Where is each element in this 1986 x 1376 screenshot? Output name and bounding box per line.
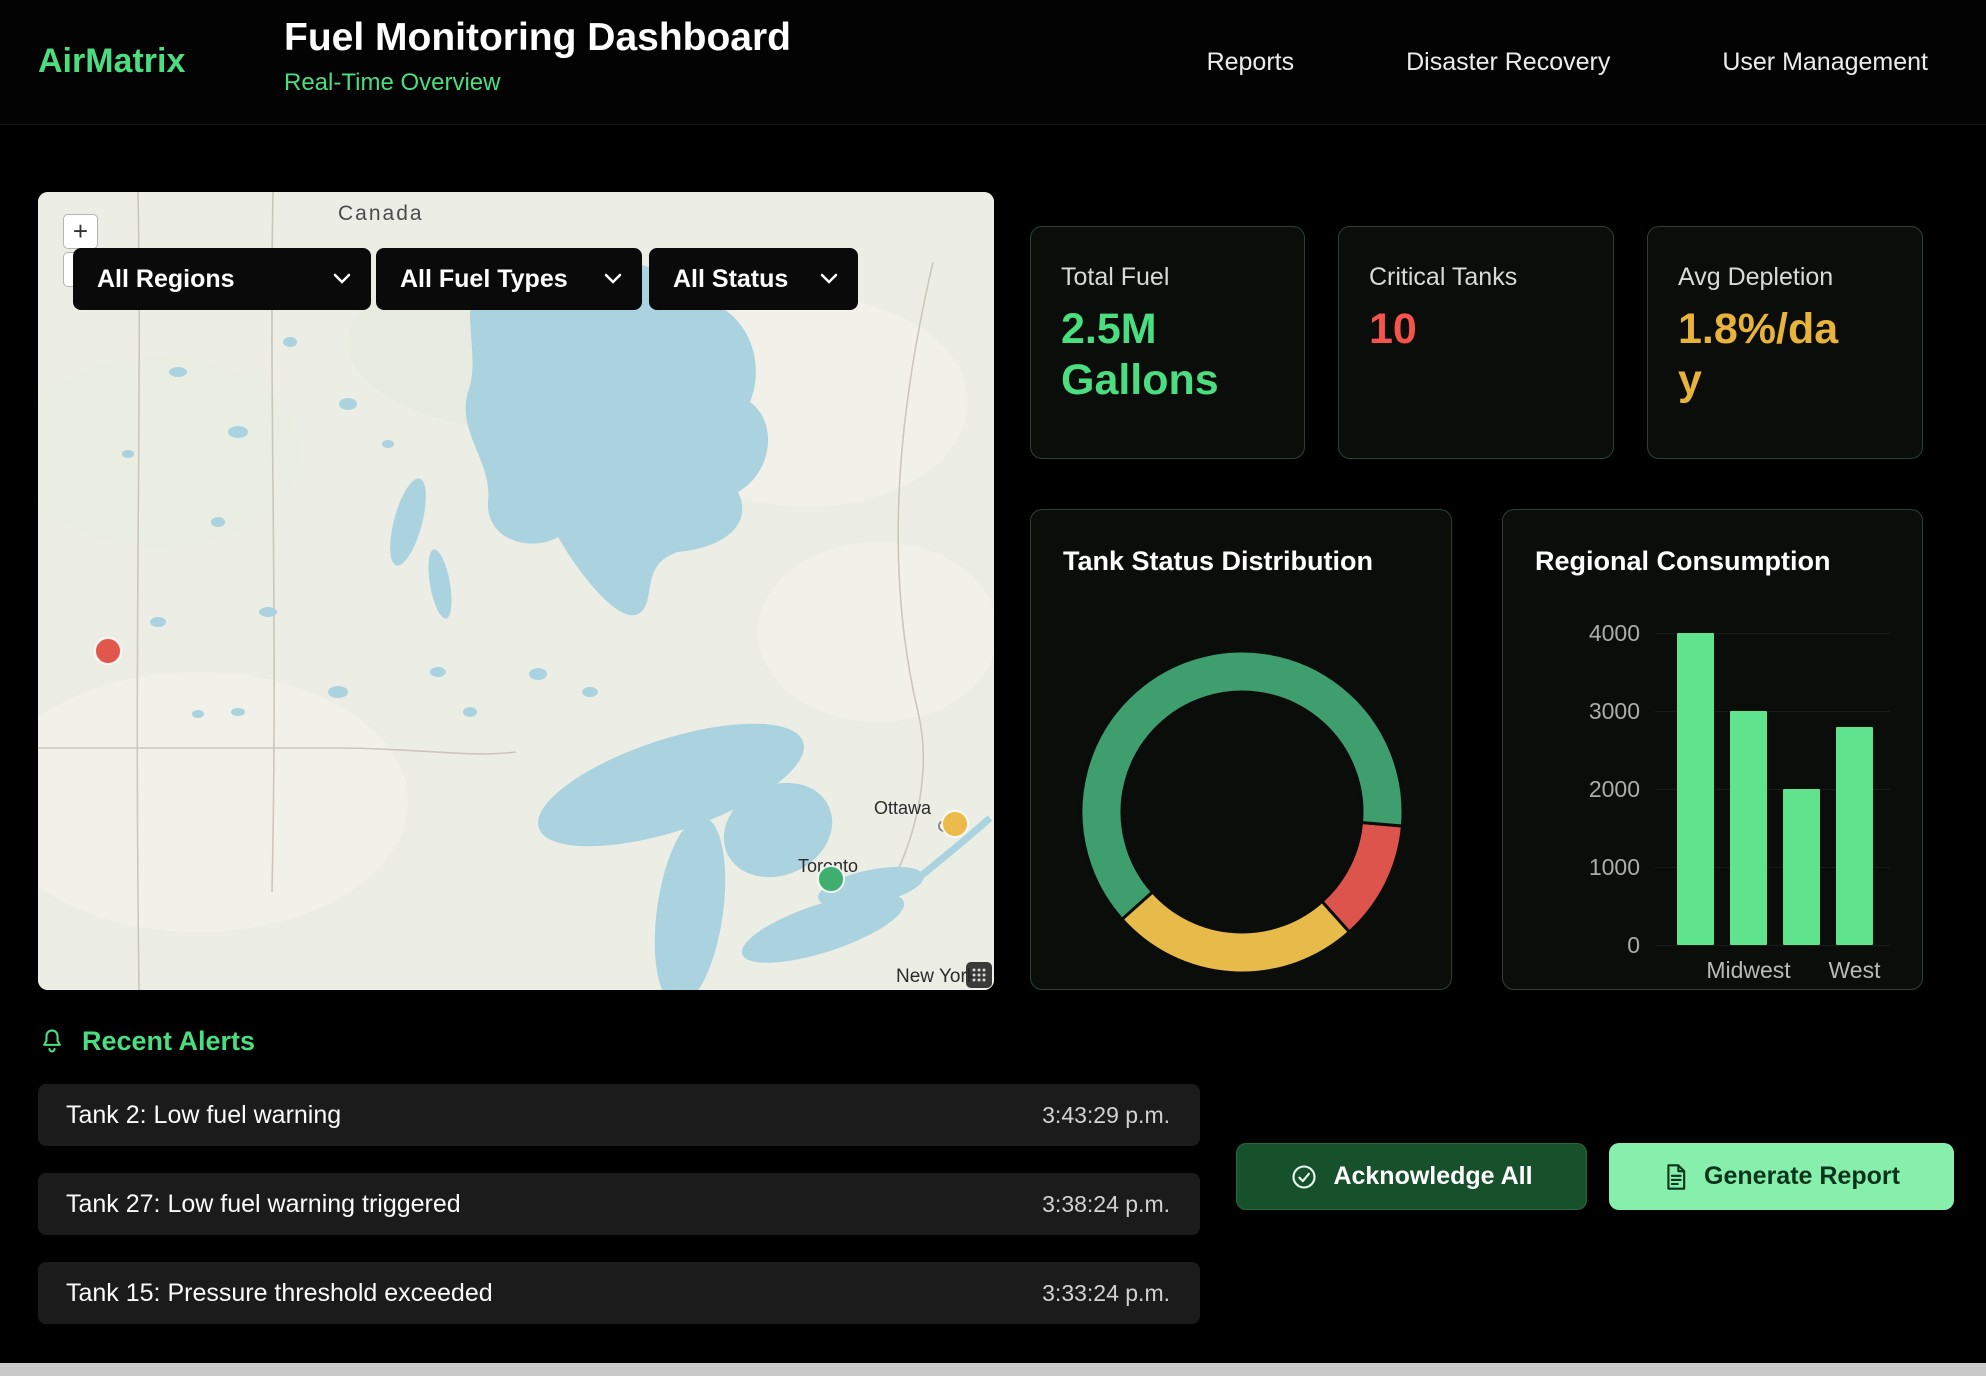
alert-timestamp: 3:38:24 p.m. xyxy=(1042,1191,1170,1218)
map-zoom-in-button[interactable]: + xyxy=(63,214,98,249)
alert-row[interactable]: Tank 27: Low fuel warning triggered 3:38… xyxy=(38,1173,1200,1235)
stat-card-critical-tanks: Critical Tanks 10 xyxy=(1338,226,1614,459)
alert-timestamp: 3:33:24 p.m. xyxy=(1042,1280,1170,1307)
nav-user-management[interactable]: User Management xyxy=(1722,48,1928,77)
tank-status-donut-chart xyxy=(1031,510,1452,990)
acknowledge-all-label: Acknowledge All xyxy=(1333,1162,1532,1191)
title-block: Fuel Monitoring Dashboard Real-Time Over… xyxy=(284,16,791,97)
fuel-type-filter-dropdown[interactable]: All Fuel Types xyxy=(376,248,642,310)
nav-disaster-recovery[interactable]: Disaster Recovery xyxy=(1406,48,1610,77)
alert-message: Tank 27: Low fuel warning triggered xyxy=(66,1190,461,1219)
tank-status-distribution-card: Tank Status Distribution xyxy=(1030,509,1452,990)
stat-value: 10 xyxy=(1369,304,1549,355)
map-marker-normal[interactable] xyxy=(818,866,844,892)
bar-region-3[interactable] xyxy=(1836,727,1873,945)
map-marker-warning[interactable] xyxy=(942,811,968,837)
fuel-map[interactable]: Canada Ottawa Toronto New York + − All R… xyxy=(38,192,994,990)
bar-gridline xyxy=(1655,945,1890,946)
bar-region-1[interactable] xyxy=(1730,711,1767,945)
page-subtitle: Real-Time Overview xyxy=(284,69,791,97)
regional-consumption-bar-chart: 01000200030004000MidwestWest xyxy=(1503,510,1923,990)
map-marker-critical[interactable] xyxy=(95,638,121,664)
chevron-down-icon xyxy=(604,273,622,285)
stat-card-total-fuel: Total Fuel 2.5M Gallons xyxy=(1030,226,1305,459)
chevron-down-icon xyxy=(820,273,838,285)
alert-row[interactable]: Tank 15: Pressure threshold exceeded 3:3… xyxy=(38,1262,1200,1324)
alert-timestamp: 3:43:29 p.m. xyxy=(1042,1102,1170,1129)
recent-alerts-header: Recent Alerts xyxy=(38,1026,255,1057)
map-label-ottawa: Ottawa xyxy=(874,798,932,818)
bar-region-0[interactable] xyxy=(1677,633,1714,945)
generate-report-label: Generate Report xyxy=(1704,1162,1900,1191)
alert-row[interactable]: Tank 2: Low fuel warning 3:43:29 p.m. xyxy=(38,1084,1200,1146)
bar-ytick-label: 4000 xyxy=(1555,620,1640,647)
document-icon xyxy=(1663,1163,1689,1191)
bar-xlabel: West xyxy=(1785,957,1924,984)
bar-ytick-label: 3000 xyxy=(1555,698,1640,725)
region-filter-dropdown[interactable]: All Regions xyxy=(73,248,371,310)
regional-consumption-card: Regional Consumption 01000200030004000Mi… xyxy=(1502,509,1923,990)
stat-value: 1.8%/day xyxy=(1678,304,1858,405)
alert-message: Tank 15: Pressure threshold exceeded xyxy=(66,1279,493,1308)
donut-segment-warning[interactable] xyxy=(1122,892,1349,973)
stat-label: Total Fuel xyxy=(1061,263,1274,292)
stat-card-avg-depletion: Avg Depletion 1.8%/day xyxy=(1647,226,1923,459)
bar-region-2[interactable] xyxy=(1783,789,1820,945)
bar-ytick-label: 0 xyxy=(1555,932,1640,959)
stat-label: Critical Tanks xyxy=(1369,263,1583,292)
map-label-canada: Canada xyxy=(338,202,424,225)
app-header: AirMatrix Fuel Monitoring Dashboard Real… xyxy=(0,0,1986,125)
nav-reports[interactable]: Reports xyxy=(1207,48,1295,77)
stat-value: 2.5M Gallons xyxy=(1061,304,1241,405)
map-resize-handle[interactable] xyxy=(966,962,992,988)
generate-report-button[interactable]: Generate Report xyxy=(1609,1143,1954,1210)
status-filter-dropdown[interactable]: All Status xyxy=(649,248,858,310)
bar-ytick-label: 2000 xyxy=(1555,776,1640,803)
chevron-down-icon xyxy=(333,273,351,285)
alert-message: Tank 2: Low fuel warning xyxy=(66,1101,341,1130)
drag-dots-icon xyxy=(971,967,987,983)
bar-ytick-label: 1000 xyxy=(1555,854,1640,881)
map-label-new-york: New York xyxy=(896,966,977,987)
bell-icon xyxy=(38,1027,66,1057)
map-basemap: Canada Ottawa Toronto New York xyxy=(38,192,994,990)
page-title: Fuel Monitoring Dashboard xyxy=(284,16,791,60)
stat-label: Avg Depletion xyxy=(1678,263,1892,292)
recent-alerts-title: Recent Alerts xyxy=(82,1026,255,1057)
main-nav: Reports Disaster Recovery User Managemen… xyxy=(1207,0,1928,124)
brand-logo[interactable]: AirMatrix xyxy=(38,42,185,81)
check-circle-icon xyxy=(1290,1163,1318,1191)
acknowledge-all-button[interactable]: Acknowledge All xyxy=(1236,1143,1587,1210)
status-filter-value: All Status xyxy=(673,265,788,294)
horizontal-scrollbar[interactable] xyxy=(0,1363,1986,1376)
region-filter-value: All Regions xyxy=(97,265,235,294)
fuel-type-filter-value: All Fuel Types xyxy=(400,265,568,294)
